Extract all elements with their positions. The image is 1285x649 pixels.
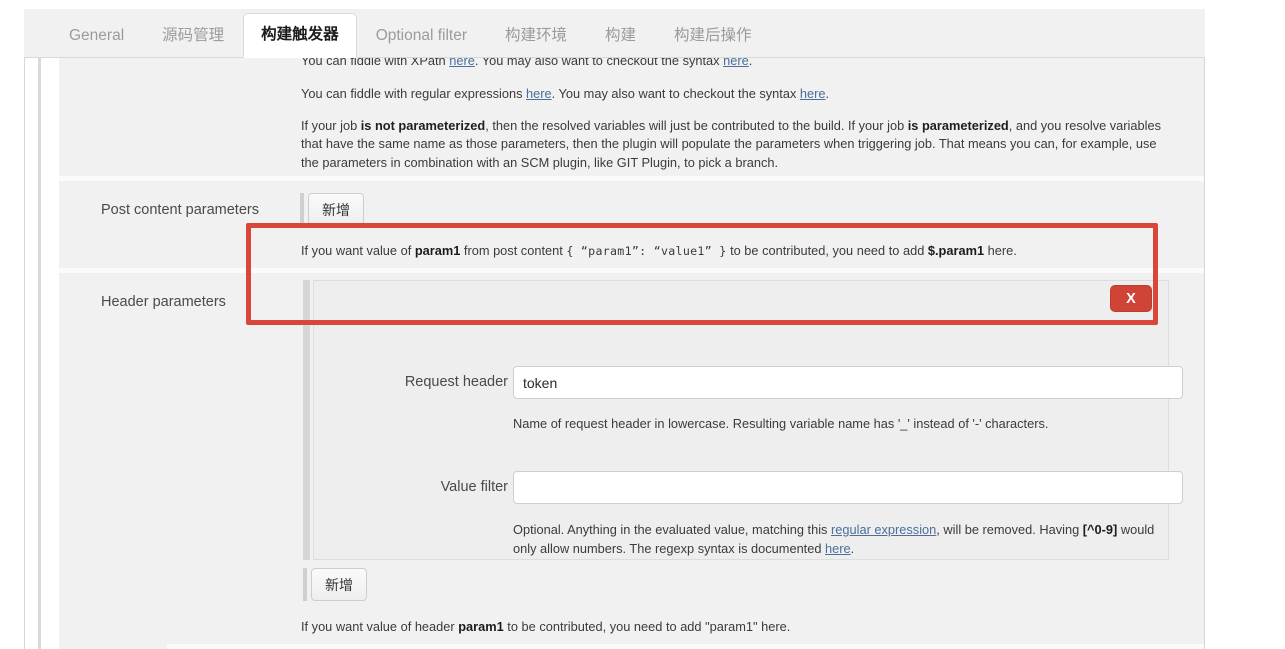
hp-bottom-a: If you want value of header — [301, 619, 459, 634]
tab-optional-filter[interactable]: Optional filter — [357, 27, 486, 58]
vf-hint-b: , will be removed. Having — [936, 522, 1083, 537]
hp-bottom-b: to be contributed, you need to add "para… — [503, 619, 791, 634]
config-content-frame: You can fiddle with XPath here. You may … — [24, 58, 1205, 649]
pcp-hint-param1: param1 — [414, 243, 461, 258]
pcp-hint-json-sample: { “param1”: “value1” } — [566, 244, 727, 258]
header-params-add-accent — [303, 568, 307, 601]
intro-paragraph-regex: You can fiddle with regular expressions … — [301, 85, 1163, 103]
regular-expression-link[interactable]: regular expression — [831, 522, 936, 537]
outer-rail — [38, 58, 41, 649]
post-content-add-button[interactable]: 新增 — [308, 193, 364, 226]
pcp-hint-dollar-param1: $.param1 — [927, 243, 985, 258]
header-params-bottom-hint: If you want value of header param1 to be… — [301, 618, 1161, 637]
tab-general[interactable]: General — [50, 27, 143, 58]
regex-here-link-2[interactable]: here — [800, 86, 826, 101]
vf-hint-d: . — [850, 540, 855, 556]
intro-paragraph-parameterized: If your job is not parameterized, then t… — [301, 117, 1163, 171]
intro-xpath-a: You can fiddle with XPath — [301, 58, 450, 68]
tab-build-triggers[interactable]: 构建触发器 — [243, 12, 357, 58]
pcp-hint-c: to be contributed, you need to add — [726, 243, 928, 258]
delete-header-parameter-button[interactable]: X — [1110, 285, 1152, 312]
row-separator-bottom — [167, 644, 1204, 649]
request-header-hint: Name of request header in lowercase. Res… — [513, 416, 1049, 431]
request-header-input[interactable] — [513, 366, 1183, 399]
intro-regex-b: . You may also want to checkout the synt… — [551, 86, 800, 102]
post-content-hint: If you want value of param1 from post co… — [301, 242, 1151, 261]
request-header-label: Request header — [404, 374, 508, 390]
post-content-parameters-label: Post content parameters — [101, 202, 259, 218]
pcp-hint-b: from post content — [460, 243, 567, 258]
row-separator-header-params — [59, 268, 1204, 273]
regex-here-link-1[interactable]: here — [526, 86, 552, 101]
pcp-hint-d: here. — [984, 243, 1017, 258]
value-filter-label: Value filter — [440, 479, 508, 495]
intro-help-text: You can fiddle with XPath here. You may … — [301, 58, 1163, 186]
header-parameters-accent-bar — [303, 280, 310, 560]
config-form-body: You can fiddle with XPath here. You may … — [59, 58, 1204, 649]
xpath-here-link-1[interactable]: here — [449, 58, 475, 68]
tab-scm[interactable]: 源码管理 — [143, 27, 243, 58]
intro-param-a: If your job — [301, 118, 361, 134]
page-root: General 源码管理 构建触发器 Optional filter 构建环境 … — [0, 0, 1285, 649]
regexp-syntax-here-link[interactable]: here — [825, 541, 851, 556]
header-parameter-entry-panel: X Request header Name of request header … — [313, 280, 1183, 560]
header-parameters-label: Header parameters — [101, 294, 226, 310]
row-separator-post-content — [59, 176, 1204, 181]
post-content-add-accent — [300, 193, 304, 226]
intro-paragraph-xpath: You can fiddle with XPath here. You may … — [301, 58, 1163, 70]
xpath-here-link-2[interactable]: here — [723, 58, 749, 68]
value-filter-input[interactable] — [513, 471, 1183, 504]
tab-build[interactable]: 构建 — [586, 27, 655, 58]
vf-hint-regex-sample: [^0-9] — [1082, 522, 1118, 537]
intro-xpath-b: . You may also want to checkout the synt… — [474, 58, 724, 68]
header-params-add-button[interactable]: 新增 — [311, 568, 367, 601]
value-filter-hint: Optional. Anything in the evaluated valu… — [513, 521, 1178, 558]
config-tab-bar: General 源码管理 构建触发器 Optional filter 构建环境 … — [24, 9, 1205, 58]
intro-is-parameterized: is parameterized — [907, 118, 1009, 134]
intro-regex-a: You can fiddle with regular expressions — [301, 86, 527, 102]
intro-not-parameterized: is not parameterized — [360, 118, 486, 134]
intro-param-b: , then the resolved variables will just … — [485, 118, 908, 134]
pcp-hint-a: If you want value of — [301, 243, 415, 258]
intro-regex-c: . — [825, 86, 830, 102]
intro-xpath-c: . — [748, 58, 753, 68]
tab-build-environment[interactable]: 构建环境 — [486, 27, 586, 58]
vf-hint-a: Optional. Anything in the evaluated valu… — [513, 522, 831, 537]
tab-post-build-actions[interactable]: 构建后操作 — [655, 27, 771, 58]
hp-bottom-param1: param1 — [458, 619, 504, 634]
top-white-strip — [0, 0, 1285, 9]
